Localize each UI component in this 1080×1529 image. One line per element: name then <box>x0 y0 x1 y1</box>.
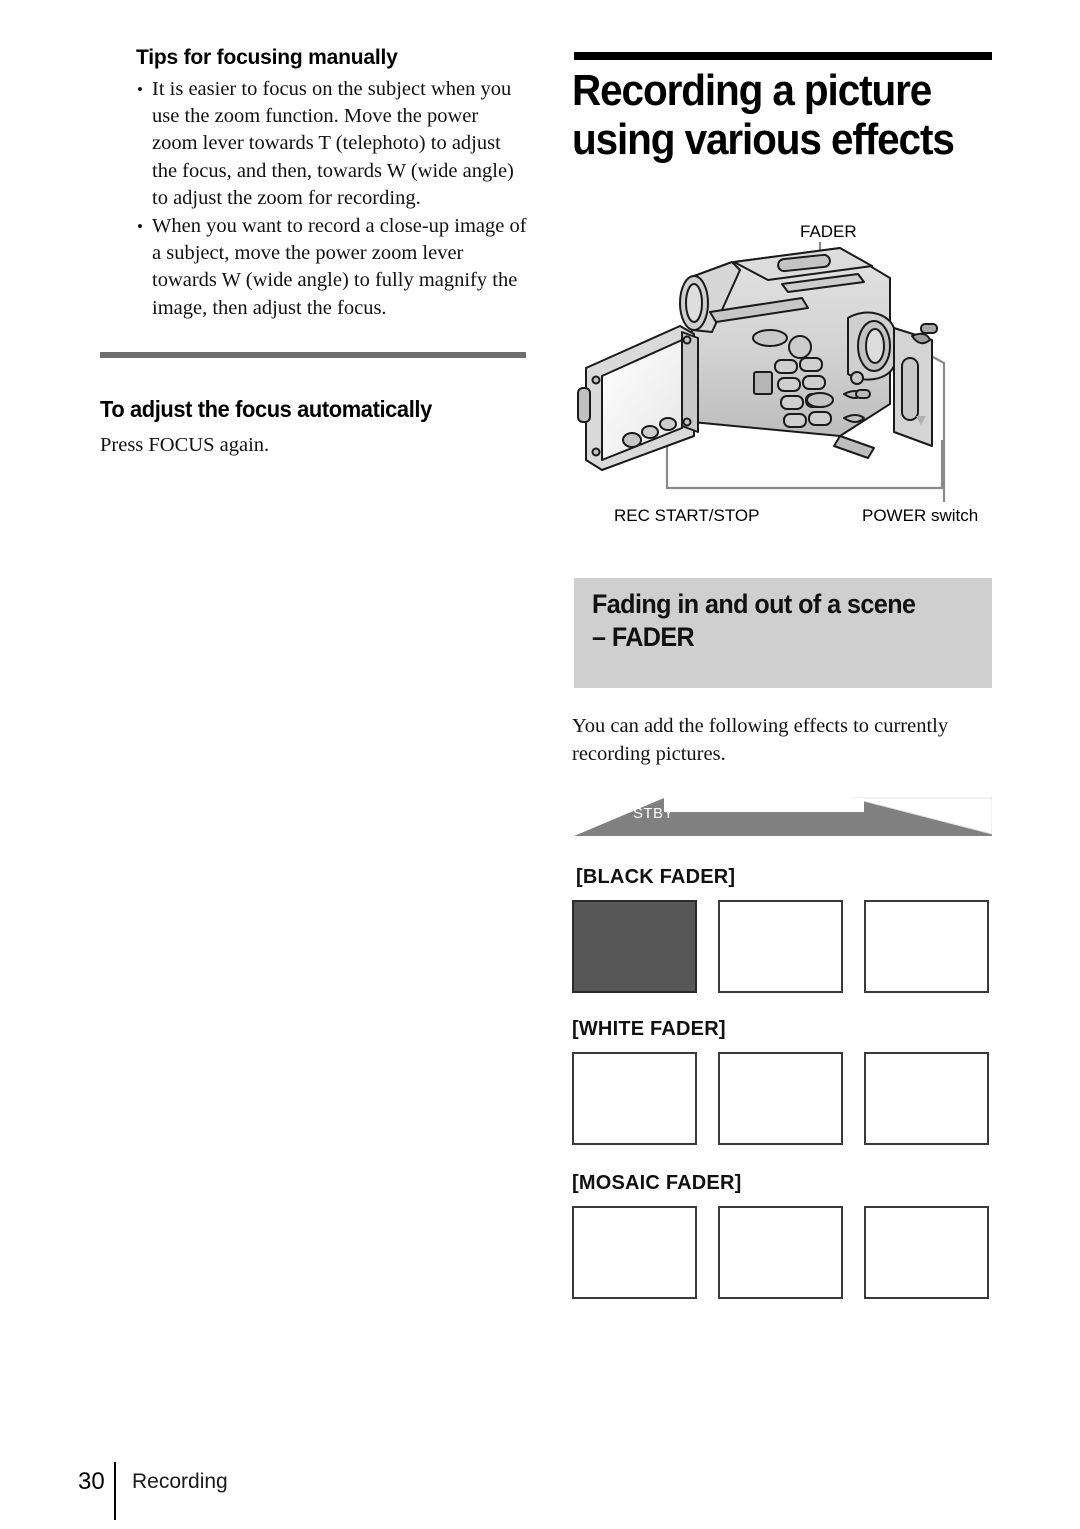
section-heading-text: Fading in and out of a scene – FADER <box>592 589 916 652</box>
footer-divider <box>114 1462 116 1520</box>
page-number: 30 <box>78 1468 105 1495</box>
chapter-top-rule <box>574 52 992 60</box>
label-fader: FADER <box>800 222 857 241</box>
standby-label: STBY <box>633 805 674 822</box>
tips-bullet-list: It is easier to focus on the subject whe… <box>136 76 528 322</box>
list-item: When you want to record a close-up image… <box>136 213 528 322</box>
lcd-hinge <box>681 331 699 433</box>
fader-frame <box>864 1206 989 1299</box>
camcorder-diagram-svg <box>577 242 946 502</box>
fader-frame-row <box>572 900 992 993</box>
fader-group-mosaic: [MOSAIC FADER] <box>572 1172 992 1299</box>
fader-frame <box>572 1206 697 1299</box>
fader-button <box>806 392 834 408</box>
bottom-shoe <box>833 435 875 459</box>
fader-frame <box>718 900 843 993</box>
fader-frame <box>864 900 989 993</box>
label-power-switch: POWER switch <box>862 506 979 525</box>
fader-frame <box>718 1206 843 1299</box>
subsection-body-text: Press FOCUS again. <box>100 434 270 456</box>
list-item: It is easier to focus on the subject whe… <box>136 76 528 212</box>
oval-button <box>752 329 788 347</box>
tips-heading: Tips for focusing manually <box>136 46 398 69</box>
section-divider-rule <box>100 352 526 358</box>
fader-group-white: [WHITE FADER] <box>572 1018 992 1145</box>
section-heading-band: Fading in and out of a scene – FADER <box>574 578 992 688</box>
label-rec-start-stop: REC START/STOP <box>614 506 760 525</box>
fader-group-label: [BLACK FADER] <box>576 866 736 888</box>
round-button <box>788 335 812 359</box>
standby-arrow-banner: STBY <box>574 786 993 848</box>
section-body-text: You can add the following effects to cur… <box>572 715 949 765</box>
fader-group-black: [BLACK FADER] <box>572 866 992 993</box>
fader-frame-row <box>572 1052 992 1145</box>
camcorder-illustration: FADER REC START/STOP POWER switch <box>572 200 992 545</box>
rec-start-stop-button <box>622 432 642 448</box>
fader-frame-row <box>572 1206 992 1299</box>
fader-frame <box>718 1052 843 1145</box>
page-title: Recording a picture using various effect… <box>572 66 955 164</box>
speaker-grille <box>753 371 773 395</box>
fader-frame <box>864 1052 989 1145</box>
fader-group-label: [WHITE FADER] <box>572 1018 726 1040</box>
fader-group-label: [MOSAIC FADER] <box>572 1172 742 1194</box>
footer-section-name: Recording <box>132 1470 228 1493</box>
fader-frame <box>572 900 697 993</box>
fader-frame <box>572 1052 697 1145</box>
document-page: Tips for focusing manually It is easier … <box>0 0 1080 1529</box>
subsection-heading: To adjust the focus automatically <box>100 396 432 422</box>
left-column: Tips for focusing manually It is easier … <box>136 46 528 323</box>
